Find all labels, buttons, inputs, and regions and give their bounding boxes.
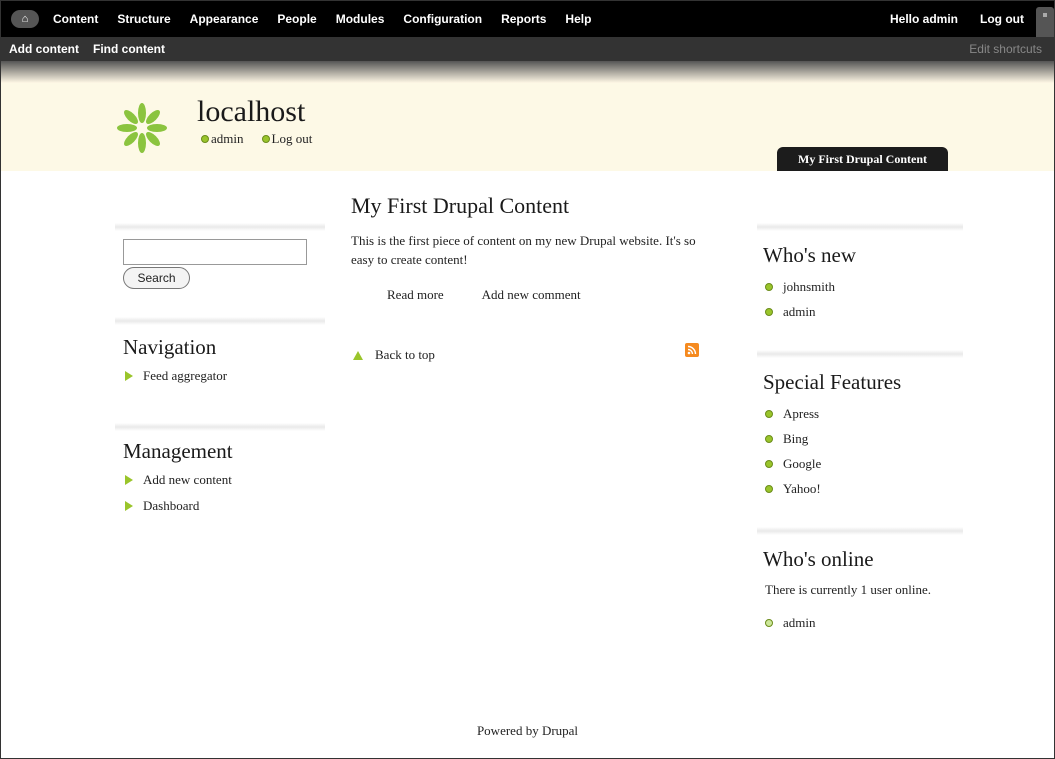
shortcut-find-content[interactable]: Find content <box>93 42 165 56</box>
whos-online-user[interactable]: admin <box>765 610 963 635</box>
search-input[interactable] <box>123 239 307 265</box>
bullet-icon <box>765 282 773 291</box>
toolbar-menu-bar: ⌂ Content Structure Appearance People Mo… <box>1 1 1054 37</box>
user-name: admin <box>783 303 816 319</box>
primary-tab-active[interactable]: My First Drupal Content <box>777 147 948 171</box>
bullet-icon <box>765 484 773 493</box>
right-sidebar: Who's new johnsmith admin Special Featur… <box>757 223 963 635</box>
back-to-top-link[interactable]: Back to top <box>353 347 435 363</box>
bullet-icon <box>765 409 773 418</box>
nav-item-label: Add new content <box>143 472 232 487</box>
triangle-bullet-icon <box>125 475 133 485</box>
whos-new-title: Who's new <box>763 243 857 267</box>
bullet-icon <box>765 434 773 443</box>
feature-label: Google <box>783 455 822 471</box>
menu-item-structure[interactable]: Structure <box>117 12 170 26</box>
triangle-bullet-icon <box>125 501 133 511</box>
menu-item-appearance[interactable]: Appearance <box>190 12 259 26</box>
bullet-icon <box>201 135 209 143</box>
triangle-bullet-icon <box>125 371 133 381</box>
hello-username[interactable]: admin <box>923 12 958 26</box>
shortcuts-bar: Add content Find content Edit shortcuts <box>1 37 1054 61</box>
site-name[interactable]: localhost <box>197 97 305 127</box>
menu-item-content[interactable]: Content <box>53 12 98 26</box>
edit-shortcuts-link[interactable]: Edit shortcuts <box>969 42 1042 56</box>
home-icon[interactable]: ⌂ <box>11 10 39 28</box>
bullet-icon <box>765 459 773 468</box>
site-header: localhost admin Log out My First Drupal … <box>1 83 1054 171</box>
shortcut-add-content[interactable]: Add content <box>9 42 79 56</box>
header-user-label: admin <box>211 131 244 146</box>
special-features-list: Apress Bing Google Yahoo! <box>765 401 963 501</box>
add-comment-link[interactable]: Add new comment <box>482 287 581 303</box>
special-feature-item[interactable]: Yahoo! <box>765 476 963 501</box>
header-user-links: admin Log out <box>201 131 330 147</box>
toolbar-logout-link[interactable]: Log out <box>980 12 1024 26</box>
user-name: johnsmith <box>783 278 836 294</box>
feature-label: Bing <box>783 430 809 446</box>
special-features-title: Special Features <box>763 370 902 394</box>
navigation-menu: Feed aggregator <box>123 363 325 389</box>
menu-item-configuration[interactable]: Configuration <box>403 12 482 26</box>
menu-item-people[interactable]: People <box>277 12 316 26</box>
block-divider <box>757 350 963 358</box>
bullet-icon <box>765 618 773 627</box>
nav-item-label: Dashboard <box>143 498 200 513</box>
node-title[interactable]: My First Drupal Content <box>351 193 711 219</box>
whos-new-user[interactable]: admin <box>765 299 963 324</box>
special-feature-item[interactable]: Google <box>765 451 963 476</box>
header-user-link[interactable]: admin <box>201 131 244 147</box>
special-feature-item[interactable]: Bing <box>765 426 963 451</box>
special-feature-item[interactable]: Apress <box>765 401 963 426</box>
management-title: Management <box>123 439 233 463</box>
nav-item-label: Feed aggregator <box>143 368 228 383</box>
management-menu: Add new content Dashboard <box>123 467 325 519</box>
toolbar-user-area: Hello admin Log out <box>868 1 1054 37</box>
toggle-icon <box>1043 13 1047 17</box>
whos-online-title: Who's online <box>763 547 874 571</box>
toolbar-toggle-button[interactable] <box>1036 7 1054 37</box>
feature-label: Yahoo! <box>783 480 821 496</box>
toolbar-shadow <box>1 61 1054 83</box>
bullet-icon <box>765 307 773 316</box>
whos-online-text: There is currently 1 user online. <box>765 582 932 597</box>
bullet-icon <box>261 135 270 143</box>
whos-new-list: johnsmith admin <box>765 274 963 324</box>
site-footer[interactable]: Powered by Drupal <box>1 723 1054 739</box>
header-logout-link[interactable]: Log out <box>261 131 313 147</box>
block-divider <box>115 317 325 325</box>
nav-item-add-new-content[interactable]: Add new content <box>123 467 325 493</box>
up-arrow-icon <box>353 350 363 360</box>
rss-feed-icon[interactable] <box>685 343 699 357</box>
rss-glyph <box>687 345 697 355</box>
hello-user: Hello admin <box>890 12 958 26</box>
whos-online-list: admin <box>765 610 963 635</box>
hello-prefix: Hello <box>890 12 923 26</box>
menu-item-help[interactable]: Help <box>565 12 591 26</box>
read-more-link[interactable]: Read more <box>387 287 444 303</box>
header-logout-label: Log out <box>271 131 313 146</box>
nav-item-feed-aggregator[interactable]: Feed aggregator <box>123 363 325 389</box>
user-name: admin <box>783 614 816 630</box>
block-divider <box>757 223 963 231</box>
drupal-logo-icon[interactable] <box>117 103 167 153</box>
block-divider <box>115 223 325 231</box>
node-links: Read more Add new comment <box>387 287 711 303</box>
whos-new-user[interactable]: johnsmith <box>765 274 963 299</box>
navigation-title: Navigation <box>123 335 217 359</box>
back-to-top-label: Back to top <box>375 347 435 362</box>
feature-label: Apress <box>783 405 820 421</box>
node-body: This is the first piece of content on my… <box>351 233 696 267</box>
nav-item-dashboard[interactable]: Dashboard <box>123 493 325 519</box>
block-divider <box>757 527 963 535</box>
block-divider <box>115 423 325 431</box>
menu-item-modules[interactable]: Modules <box>336 12 385 26</box>
main-content: My First Drupal Content This is the firs… <box>351 193 711 362</box>
menu-item-reports[interactable]: Reports <box>501 12 546 26</box>
search-button[interactable]: Search <box>123 267 190 289</box>
admin-toolbar: ⌂ Content Structure Appearance People Mo… <box>1 1 1054 83</box>
left-sidebar: Search Navigation Feed aggregator Manage… <box>115 223 325 519</box>
